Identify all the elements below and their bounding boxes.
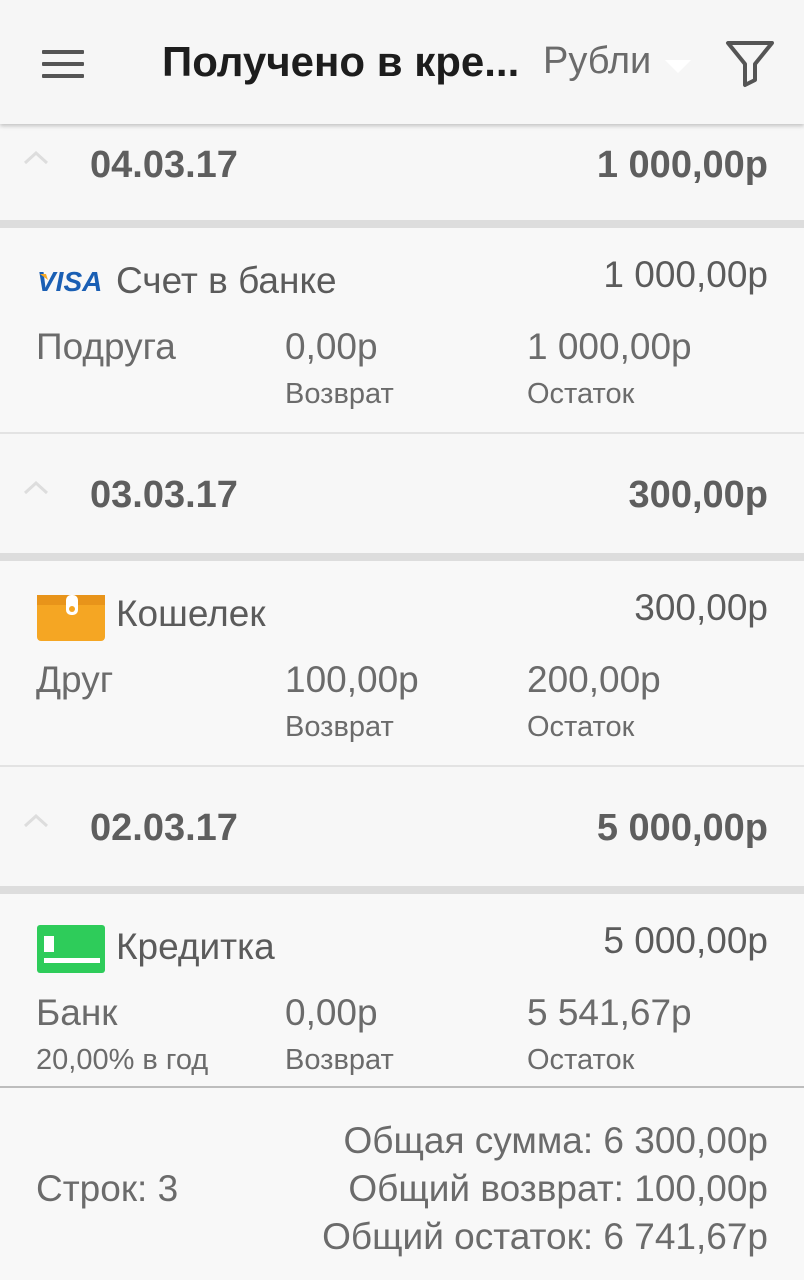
currency-dropdown[interactable]: Рубли xyxy=(543,40,691,90)
total-sum: Общая сумма: 6 300,00р xyxy=(343,1120,768,1161)
list-item[interactable]: Кредитка 5 000,00р Банк 20,00% в год 0,0… xyxy=(0,894,804,1086)
account-name: Кошелек xyxy=(116,593,266,634)
group-total: 300,00р xyxy=(628,474,768,516)
chevron-up-icon xyxy=(23,150,49,165)
group-total: 1 000,00р xyxy=(596,144,768,186)
summary-footer: Строк: 3 Общая сумма: 6 300,00р Общий во… xyxy=(0,1086,804,1280)
group-header[interactable]: 04.03.17 1 000,00р xyxy=(0,124,804,216)
lender-name: Друг xyxy=(36,659,114,700)
total-remaining: Общий остаток: 6 741,67р xyxy=(322,1216,768,1257)
total-returned: Общий возврат: 100,00р xyxy=(348,1168,768,1209)
divider xyxy=(0,220,804,228)
remaining-value: 1 000,00р xyxy=(527,326,692,367)
returned-value: 0,00р xyxy=(285,326,378,367)
item-amount: 1 000,00р xyxy=(603,254,768,295)
remaining-label: Остаток xyxy=(527,1044,635,1076)
page-title: Получено в кре... xyxy=(162,38,520,85)
account-name: Кредитка xyxy=(116,926,275,967)
item-amount: 300,00р xyxy=(634,587,768,628)
app-bar: Получено в кре... Рубли xyxy=(0,0,804,124)
remaining-label: Остаток xyxy=(527,378,635,410)
chevron-up-icon xyxy=(23,480,49,495)
dropdown-caret-icon xyxy=(665,60,691,73)
divider xyxy=(0,765,804,767)
chevron-up-icon xyxy=(23,813,49,828)
remaining-label: Остаток xyxy=(527,711,635,743)
svg-text:VISA: VISA xyxy=(37,266,102,296)
filter-icon[interactable] xyxy=(722,36,778,90)
account-name: Счет в банке xyxy=(116,260,337,301)
wallet-icon xyxy=(36,591,106,648)
list-item[interactable]: Кошелек 300,00р Друг 100,00р Возврат 200… xyxy=(0,561,804,765)
group-date: 03.03.17 xyxy=(90,474,238,516)
visa-icon: VISA xyxy=(36,266,108,301)
list-item[interactable]: VISA Счет в банке 1 000,00р Подруга 0,00… xyxy=(0,228,804,432)
returned-value: 100,00р xyxy=(285,659,419,700)
credit-card-icon xyxy=(36,924,106,979)
divider xyxy=(0,432,804,434)
divider xyxy=(0,553,804,561)
lender-name: Подруга xyxy=(36,326,176,367)
group-header[interactable]: 03.03.17 300,00р xyxy=(0,454,804,546)
returned-label: Возврат xyxy=(285,1044,394,1076)
item-amount: 5 000,00р xyxy=(603,920,768,961)
group-date: 02.03.17 xyxy=(90,807,238,849)
currency-label: Рубли xyxy=(543,40,652,82)
remaining-value: 200,00р xyxy=(527,659,661,700)
row-count: Строк: 3 xyxy=(36,1168,179,1209)
menu-icon[interactable] xyxy=(38,42,86,82)
group-date: 04.03.17 xyxy=(90,144,238,186)
divider xyxy=(0,886,804,894)
group-header[interactable]: 02.03.17 5 000,00р xyxy=(0,787,804,879)
group-total: 5 000,00р xyxy=(596,807,768,849)
lender-name: Банк xyxy=(36,992,118,1033)
interest-rate: 20,00% в год xyxy=(36,1044,209,1076)
returned-label: Возврат xyxy=(285,711,394,743)
remaining-value: 5 541,67р xyxy=(527,992,692,1033)
returned-label: Возврат xyxy=(285,378,394,410)
returned-value: 0,00р xyxy=(285,992,378,1033)
divider xyxy=(0,1086,804,1088)
